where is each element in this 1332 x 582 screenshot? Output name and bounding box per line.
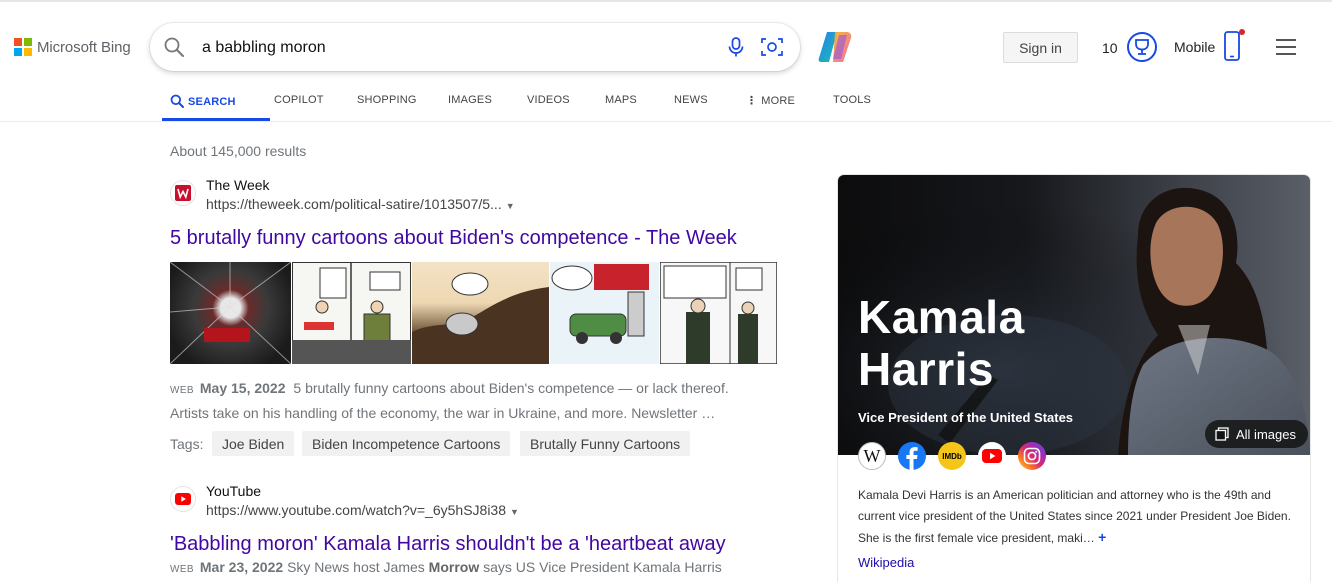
search-input[interactable] [202,36,702,60]
result-date: May 15, 2022 [199,380,286,396]
youtube-favicon [170,486,196,512]
all-images-button[interactable]: All images [1205,420,1308,448]
nav-divider [0,121,1332,122]
wikipedia-glyph: W [863,445,881,466]
result-snippet: WEB Mar 23, 2022 Sky News host James Mor… [170,556,780,581]
cartoon-thumbnail-image [170,262,291,364]
window-top-border [0,0,1332,2]
cartoon-thumbnail-image [292,262,411,364]
tag-joe-biden[interactable]: Joe Biden [212,431,295,456]
snippet-text: Artists take on his handling of the econ… [170,405,716,421]
tab-maps[interactable]: MAPS [605,94,637,106]
microphone-icon[interactable] [726,36,746,58]
entity-description-text: Kamala Devi Harris is an American politi… [858,488,1291,545]
imdb-icon[interactable]: IMDb [938,442,966,470]
tab-videos[interactable]: VIDEOS [527,94,570,106]
more-dots-icon: ⋮ [746,95,758,107]
result-url[interactable]: https://www.youtube.com/watch?v=_6y5hSJ8… [206,502,519,518]
tag-biden-incompetence-cartoons[interactable]: Biden Incompetence Cartoons [302,431,511,456]
caret-down-icon[interactable]: ▼ [510,507,519,517]
youtube-logo-icon [175,493,191,505]
tab-more-label: MORE [761,95,796,107]
snippet-text: says US Vice President Kamala Harris [483,559,722,575]
entity-subtitle: Vice President of the United States [858,410,1074,425]
logo-text: Microsoft Bing [37,38,131,56]
bing-logo[interactable]: Microsoft Bing [14,38,131,56]
tags-label: Tags: [170,436,204,452]
entity-description: Kamala Devi Harris is an American politi… [858,485,1298,549]
entity-name-line: Kamala [858,291,1025,343]
rewards-count[interactable]: 10 [1102,40,1118,56]
entity-name: Kamala Harris [858,291,1025,395]
web-tag: WEB [170,385,194,396]
result-site-name: YouTube [206,483,262,499]
caret-down-icon[interactable]: ▼ [506,201,515,211]
mobile-phone-icon[interactable] [1222,28,1248,62]
mobile-label[interactable]: Mobile [1174,39,1215,55]
snippet-text: 5 brutally funny cartoons about Biden's … [293,380,729,396]
cartoon-thumbnail[interactable] [292,262,411,364]
result-title-link[interactable]: 5 brutally funny cartoons about Biden's … [170,227,737,250]
result-url[interactable]: https://theweek.com/political-satire/101… [206,196,515,212]
cartoon-thumbnail-image [412,272,549,364]
hamburger-menu-icon[interactable] [1275,38,1297,56]
microsoft-logo-icon [14,38,32,56]
visual-search-icon[interactable] [760,36,784,58]
imdb-glyph: IMDb [942,451,962,461]
facebook-logo-icon [906,447,918,470]
tab-shopping[interactable]: SHOPPING [357,94,417,106]
youtube-icon[interactable] [978,442,1006,470]
cartoon-thumbnail[interactable] [170,262,291,364]
snippet-text: Sky News host James [287,559,425,575]
tab-search[interactable]: SEARCH [170,94,236,108]
search-icon[interactable] [163,36,185,58]
tag-brutally-funny-cartoons[interactable]: Brutally Funny Cartoons [520,431,691,456]
copilot-icon[interactable] [817,29,855,65]
expand-description-icon[interactable]: + [1098,529,1106,545]
tab-images[interactable]: IMAGES [448,94,492,106]
entity-name-line: Harris [858,343,994,395]
theweek-favicon [170,180,196,206]
result-url-text: https://theweek.com/political-satire/101… [206,196,502,212]
instagram-icon[interactable] [1018,442,1046,470]
cartoon-thumbnail-image [551,264,649,344]
result-title-link[interactable]: 'Babbling moron' Kamala Harris shouldn't… [170,533,726,556]
knowledge-panel: Kamala Harris Vice President of the Unit… [838,175,1310,582]
result-snippet: WEB May 15, 2022 5 brutally funny cartoo… [170,377,780,424]
tab-more[interactable]: ⋮ MORE [746,94,795,107]
result-date: Mar 23, 2022 [199,559,284,575]
cartoon-thumbnail-image [660,262,777,364]
result-image-strip [170,262,777,364]
result-site-name: The Week [206,177,270,193]
rewards-trophy-icon[interactable] [1126,31,1158,63]
all-images-label: All images [1236,426,1296,442]
result-url-text: https://www.youtube.com/watch?v=_6y5hSJ8… [206,502,507,518]
wikipedia-icon[interactable]: W [858,442,886,470]
cartoon-thumbnail[interactable] [412,262,549,364]
wikipedia-source-link[interactable]: Wikipedia [858,555,914,570]
facebook-icon[interactable] [898,442,926,470]
images-icon [1215,427,1229,441]
tab-copilot[interactable]: COPILOT [274,94,324,106]
result-count: About 145,000 results [170,143,307,159]
tab-tools[interactable]: TOOLS [833,94,871,106]
web-tag: WEB [170,564,194,575]
snippet-bold: Morrow [428,559,480,575]
search-icon [170,94,184,108]
youtube-logo-icon [982,449,1002,463]
instagram-logo-icon [1023,447,1041,465]
cartoon-thumbnail[interactable] [660,262,777,364]
tab-news[interactable]: NEWS [674,94,708,106]
theweek-logo-icon [175,185,191,201]
tab-search-label: SEARCH [188,96,236,108]
sign-in-button[interactable]: Sign in [1003,32,1078,63]
cartoon-thumbnail[interactable] [550,262,659,364]
